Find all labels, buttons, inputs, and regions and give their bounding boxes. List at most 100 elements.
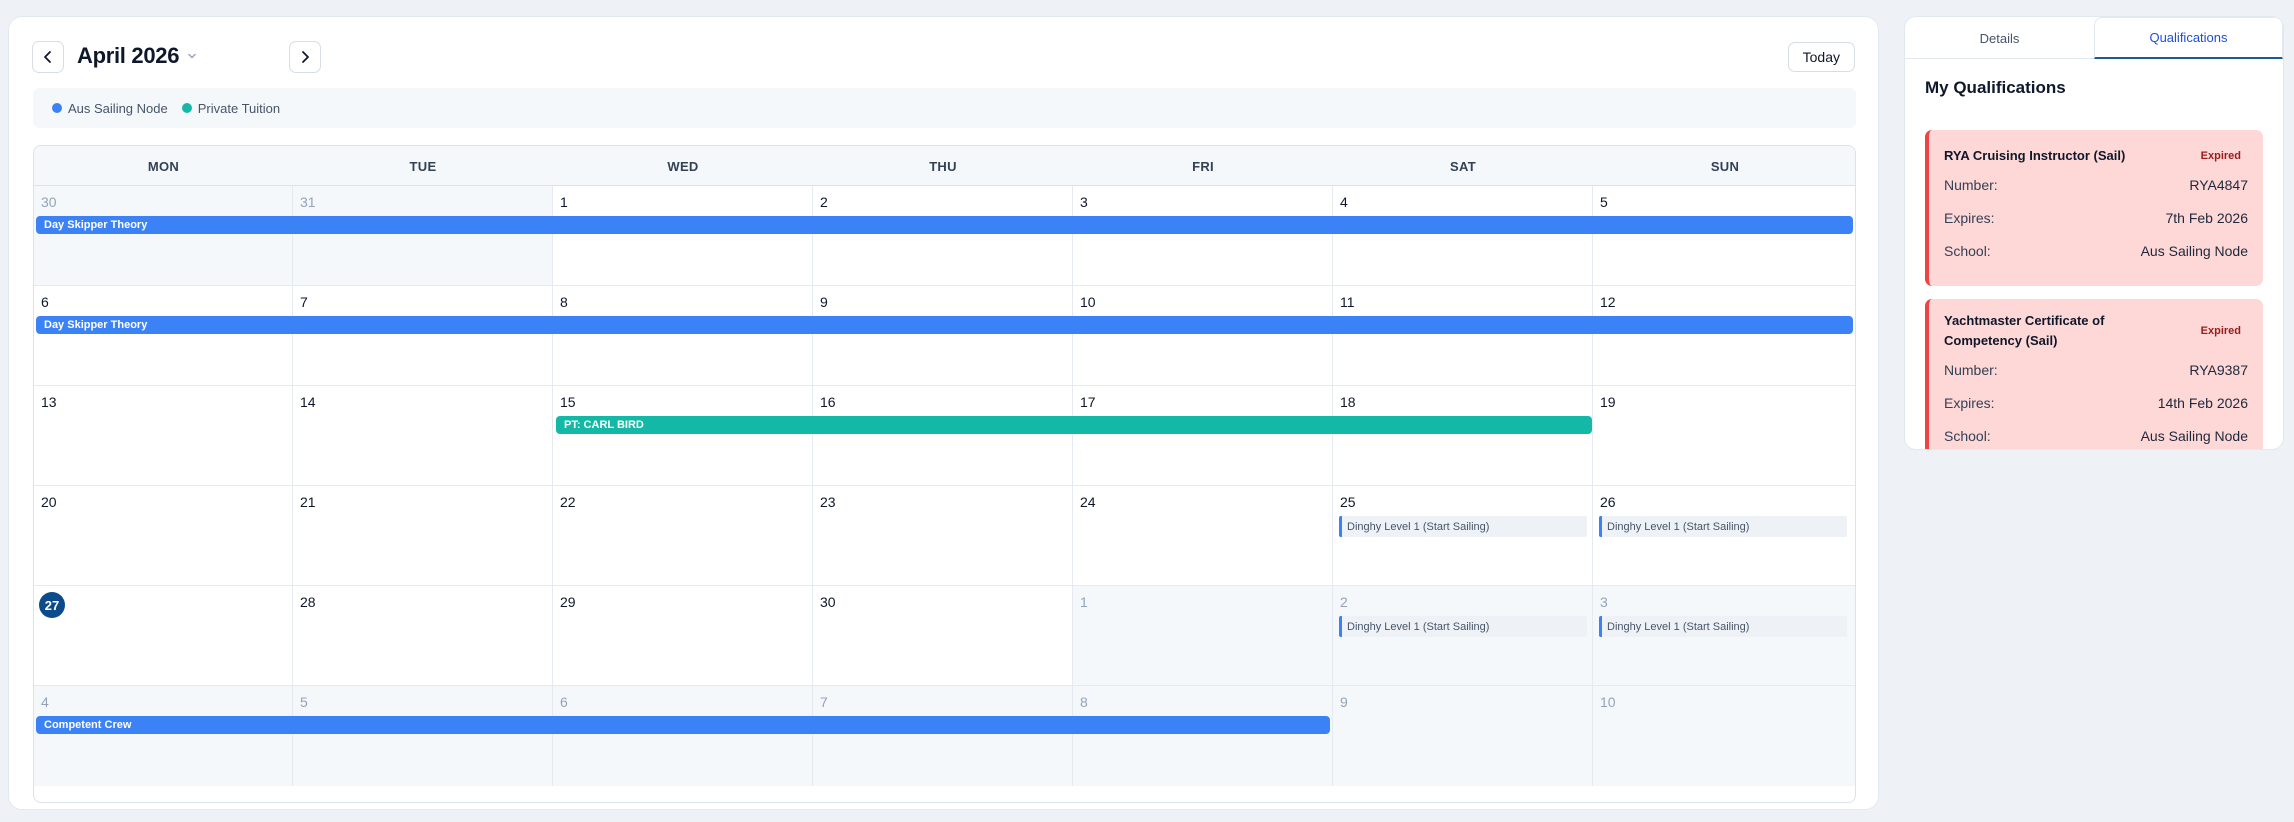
event-bar[interactable]: Day Skipper Theory: [36, 316, 1853, 334]
event-bar[interactable]: Day Skipper Theory: [36, 216, 1853, 234]
tab-details[interactable]: Details: [1905, 17, 2094, 59]
day-cell[interactable]: 29: [553, 586, 813, 686]
prev-month-button[interactable]: [32, 41, 64, 73]
event-chip[interactable]: Dinghy Level 1 (Start Sailing): [1599, 616, 1847, 637]
qualification-card[interactable]: RYA Cruising Instructor (Sail) Expired N…: [1925, 130, 2263, 286]
chevron-left-icon: [44, 51, 51, 63]
day-number: 13: [41, 394, 57, 410]
day-number: 25: [1340, 494, 1356, 510]
next-month-button[interactable]: [289, 41, 321, 73]
calendar-legend: Aus Sailing Node Private Tuition: [33, 88, 1856, 128]
day-number: 11: [1340, 294, 1355, 310]
day-cell[interactable]: 11: [1333, 286, 1593, 386]
day-cell[interactable]: 19: [1593, 386, 1855, 486]
day-cell[interactable]: 1: [1073, 586, 1333, 686]
qualification-name-line: Yachtmaster Certificate of: [1944, 313, 2105, 328]
day-number: 26: [1600, 494, 1616, 510]
day-number: 6: [41, 294, 49, 310]
day-number: 20: [41, 494, 57, 510]
day-number: 7: [820, 694, 828, 710]
day-cell[interactable]: 21: [293, 486, 553, 586]
day-cell[interactable]: 5: [1593, 186, 1855, 286]
day-number: 24: [1080, 494, 1096, 510]
day-cell[interactable]: 17: [1073, 386, 1333, 486]
day-number: 30: [820, 594, 836, 610]
day-cell[interactable]: 24: [1073, 486, 1333, 586]
qualification-name-line: Competency (Sail): [1944, 333, 2058, 348]
day-number: 10: [1600, 694, 1616, 710]
event-bar[interactable]: PT: CARL BIRD: [556, 416, 1592, 434]
number-label: Number:: [1944, 362, 1998, 378]
day-cell[interactable]: 9: [813, 286, 1073, 386]
day-cell[interactable]: 7: [293, 286, 553, 386]
number-value: RYA9387: [2189, 362, 2248, 378]
day-cell[interactable]: 20: [34, 486, 293, 586]
day-cell[interactable]: 10: [1593, 686, 1855, 786]
qualification-card[interactable]: Yachtmaster Certificate of Competency (S…: [1925, 299, 2263, 449]
event-chip[interactable]: Dinghy Level 1 (Start Sailing): [1599, 516, 1847, 537]
weekday-sat: SAT: [1450, 158, 1476, 174]
day-cell[interactable]: 4: [1333, 186, 1593, 286]
today-day-number: 27: [39, 592, 65, 618]
day-cell[interactable]: 22: [553, 486, 813, 586]
day-number: 23: [820, 494, 836, 510]
day-cell[interactable]: 2: [813, 186, 1073, 286]
day-cell[interactable]: 18: [1333, 386, 1593, 486]
day-number: 16: [820, 394, 836, 410]
day-cell[interactable]: 9: [1333, 686, 1593, 786]
day-cell[interactable]: 14: [293, 386, 553, 486]
day-cell[interactable]: 23: [813, 486, 1073, 586]
day-number: 6: [560, 694, 568, 710]
day-cell[interactable]: 4: [34, 686, 293, 786]
day-cell[interactable]: 1: [553, 186, 813, 286]
day-number: 14: [300, 394, 316, 410]
weekday-fri: FRI: [1192, 158, 1214, 174]
day-cell[interactable]: 13: [34, 386, 293, 486]
day-number: 19: [1600, 394, 1616, 410]
school-label: School:: [1944, 243, 1991, 259]
day-cell[interactable]: 27: [34, 586, 293, 686]
weekday-tue: TUE: [409, 158, 437, 174]
month-title: April 2026: [77, 43, 180, 68]
day-cell[interactable]: 3: [1073, 186, 1333, 286]
qualifications-title: My Qualifications: [1925, 78, 2066, 97]
day-cell[interactable]: 10: [1073, 286, 1333, 386]
status-badge: Expired: [2200, 150, 2241, 162]
day-cell[interactable]: 7: [813, 686, 1073, 786]
number-value: RYA4847: [2189, 177, 2248, 193]
day-number: 5: [300, 694, 308, 710]
legend-item-private-tuition[interactable]: Private Tuition: [181, 101, 280, 116]
day-cell[interactable]: 12: [1593, 286, 1855, 386]
day-cell[interactable]: 31: [293, 186, 553, 286]
chevron-down-icon: [188, 53, 196, 59]
day-cell[interactable]: 6: [553, 686, 813, 786]
qualification-number-row: Number: RYA9387: [1944, 362, 2248, 378]
day-cell[interactable]: 8: [553, 286, 813, 386]
legend-label: Aus Sailing Node: [68, 100, 168, 116]
day-cell[interactable]: 30: [34, 186, 293, 286]
school-value: Aus Sailing Node: [2140, 243, 2248, 259]
day-cell[interactable]: 30: [813, 586, 1073, 686]
calendar-card: April 2026 Today Aus Sailing Node Privat…: [8, 16, 1879, 810]
day-cell[interactable]: 5: [293, 686, 553, 786]
today-button[interactable]: Today: [1787, 42, 1855, 72]
day-number: 8: [1080, 694, 1088, 710]
event-chip[interactable]: Dinghy Level 1 (Start Sailing): [1339, 616, 1587, 637]
expires-label: Expires:: [1944, 395, 1995, 411]
day-cell[interactable]: 8: [1073, 686, 1333, 786]
tab-qualifications[interactable]: Qualifications: [2094, 17, 2283, 59]
day-number: 22: [560, 494, 576, 510]
day-cell[interactable]: 15: [553, 386, 813, 486]
day-cell[interactable]: 28: [293, 586, 553, 686]
day-cell[interactable]: 6: [34, 286, 293, 386]
day-number: 15: [560, 394, 576, 410]
day-number: 9: [820, 294, 828, 310]
month-selector[interactable]: April 2026: [77, 43, 197, 69]
event-chip[interactable]: Dinghy Level 1 (Start Sailing): [1339, 516, 1587, 537]
qualification-expires-row: Expires: 7th Feb 2026: [1944, 210, 2248, 226]
day-number: 28: [300, 594, 316, 610]
day-cell[interactable]: 16: [813, 386, 1073, 486]
legend-item-aus-sailing-node[interactable]: Aus Sailing Node: [52, 101, 168, 116]
day-number: 3: [1080, 194, 1088, 210]
event-bar[interactable]: Competent Crew: [36, 716, 1330, 734]
